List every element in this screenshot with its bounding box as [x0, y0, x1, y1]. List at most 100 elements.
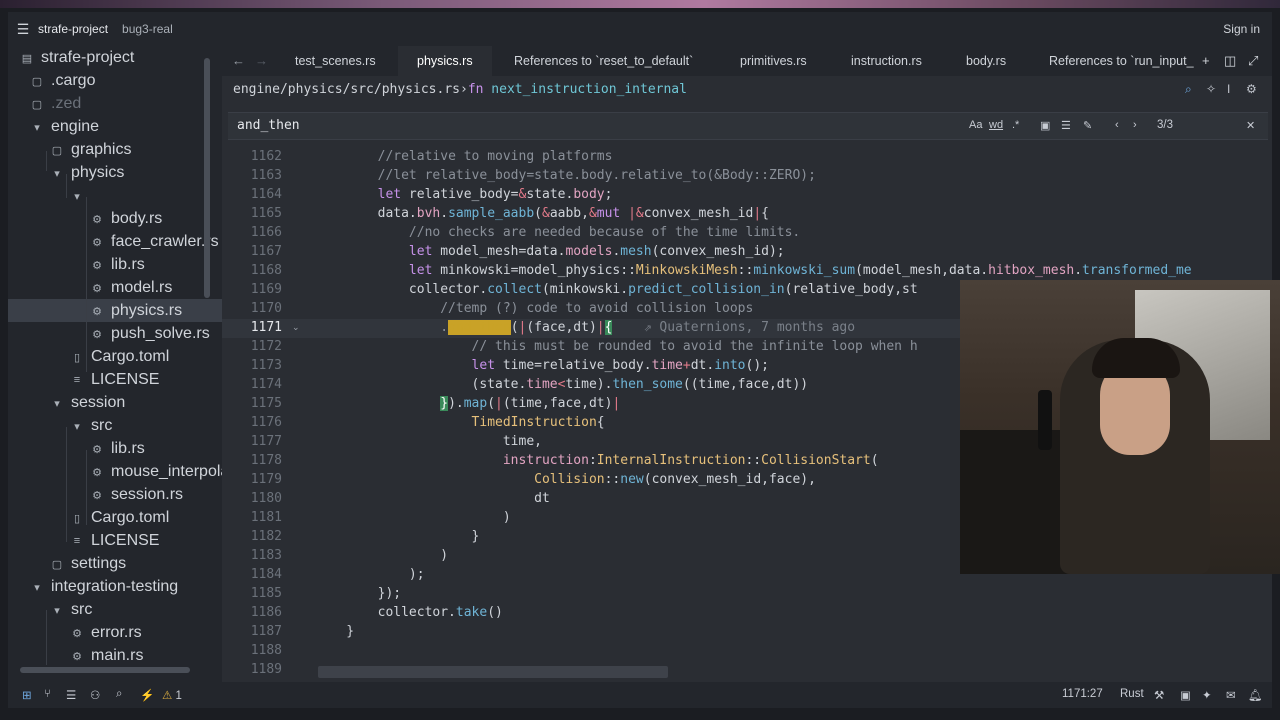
collab-icon[interactable]: ⚇ [90, 688, 100, 702]
code-line: }); [315, 586, 402, 601]
rust-file-icon: ⚙ [92, 489, 102, 502]
sidebar-scrollbar[interactable] [204, 58, 210, 298]
line-number: 1178 [250, 453, 282, 468]
search-panel-icon[interactable]: ⌕ [116, 688, 122, 701]
chat-icon[interactable]: ✉ [1226, 688, 1236, 702]
git-branch-icon[interactable]: ⑂ [44, 688, 51, 700]
title-bar: ☰ strafe-project bug3-real Sign in [8, 12, 1272, 46]
editor-settings-icon[interactable]: ⚙ [1246, 82, 1257, 96]
match-case-toggle[interactable]: Aa [969, 119, 982, 131]
maximize-icon[interactable]: ⤢ [1248, 46, 1258, 76]
cursor-position[interactable]: 1171:27 [1062, 688, 1103, 700]
debug-icon[interactable]: ⚡ [140, 688, 154, 702]
split-pane-icon[interactable]: ◫ [1224, 46, 1236, 76]
tree-item[interactable]: ▯ Cargo.toml [70, 346, 169, 368]
search-icon[interactable]: ⌕ [1185, 82, 1192, 97]
tree-item-label: lib.rs [111, 256, 145, 273]
text-cursor-icon[interactable]: I [1227, 82, 1230, 96]
tree-item[interactable]: ⚙ main.rs [70, 645, 143, 667]
forward-arrow-icon[interactable]: → [255, 46, 268, 76]
code-line: //no checks are needed because of the ti… [408, 225, 801, 240]
search-input[interactable]: and_then [237, 118, 300, 133]
assistant-icon[interactable]: ✦ [1202, 688, 1212, 702]
tree-item[interactable]: ▾ physics [50, 162, 124, 184]
tree-item[interactable]: ▢ .zed [30, 93, 81, 115]
code-line: } [315, 624, 355, 639]
tree-item[interactable]: ▤ strafe-project [20, 47, 135, 69]
project-name[interactable]: strafe-project [38, 22, 108, 36]
tree-item-label: src [91, 417, 113, 434]
code-line: ) [315, 510, 511, 525]
tree-item[interactable]: ⚙ push_solve.rs [90, 323, 210, 345]
tree-item[interactable]: ▾ integration-testing [30, 576, 178, 598]
project-panel-toggle-icon[interactable]: ⊞ [22, 688, 32, 702]
new-tab-plus-icon[interactable]: + [1202, 46, 1210, 76]
line-number: 1167 [250, 244, 282, 259]
vim-mode-icon[interactable]: ⚒ [1154, 688, 1164, 702]
tree-item[interactable]: ⚙ mouse_interpolato [90, 461, 243, 483]
tree-item[interactable]: ⚙ physics.rs [90, 300, 182, 322]
inline-blame[interactable]: ⇗ Quaternions, 7 months ago [644, 320, 855, 335]
terminal-icon[interactable]: ▣ [1180, 688, 1191, 702]
tab-primitives[interactable]: primitives.rs [740, 46, 807, 76]
tree-item[interactable]: ▯ Cargo.toml [70, 507, 169, 529]
tree-item[interactable]: ▾ src [70, 415, 112, 437]
tree-item[interactable]: ⚙ model.rs [90, 277, 172, 299]
tree-item[interactable]: ⚙ lib.rs [90, 438, 145, 460]
tab-physics[interactable]: physics.rs [398, 46, 492, 76]
tree-item[interactable]: ≡ LICENSE [70, 369, 160, 391]
webcam-microphone [1038, 390, 1052, 450]
tab-instruction[interactable]: instruction.rs [851, 46, 922, 76]
search-in-selection-icon[interactable]: ☰ [1061, 119, 1071, 132]
line-number: 1176 [250, 415, 282, 430]
diagnostics-warning[interactable]: ⚠ 1 [162, 688, 182, 702]
tree-item[interactable]: ⚙ session.rs [90, 484, 183, 506]
code-line: ) [315, 548, 449, 563]
sidebar-horizontal-scrollbar[interactable] [20, 667, 190, 673]
code-line: }).map(|(time,face,dt)| [440, 396, 621, 411]
tree-item[interactable]: ⚙ error.rs [70, 622, 142, 644]
next-match-icon[interactable]: › [1133, 119, 1137, 131]
outline-icon[interactable]: ☰ [66, 688, 76, 702]
whole-word-toggle[interactable]: wd [989, 119, 1003, 131]
hamburger-icon[interactable]: ☰ [8, 21, 38, 38]
inline-assist-icon[interactable]: ✧ [1206, 82, 1216, 96]
fold-chevron-icon[interactable]: ⌄ [292, 322, 300, 333]
tree-item[interactable]: ⚙ body.rs [90, 208, 162, 230]
tab-references-reset[interactable]: References to `reset_to_default` [514, 46, 693, 76]
regex-toggle[interactable]: .* [1012, 119, 1019, 131]
match-count: 3/3 [1157, 119, 1173, 131]
code-line: let relative_body=&state.body; [377, 187, 613, 202]
line-number: 1188 [250, 643, 282, 658]
close-search-icon[interactable]: ✕ [1246, 119, 1255, 132]
branch-name[interactable]: bug3-real [122, 22, 173, 36]
tree-item[interactable]: ⚙ face_crawler.rs [90, 231, 219, 253]
status-bar: ⊞ ⑂ ☰ ⚇ ⌕ ⚡ ⚠ 1 1171:27 Rust ⚒ ▣ ✦ ✉ 🔔︎ [8, 682, 1272, 708]
select-all-matches-icon[interactable]: ▣ [1040, 119, 1050, 132]
tree-item[interactable]: ⚙ lib.rs [90, 254, 145, 276]
tree-item[interactable]: ▾ engine [30, 116, 99, 138]
toml-file-icon: ▯ [73, 351, 81, 364]
tree-item[interactable]: ▢ settings [50, 553, 126, 575]
rust-file-icon: ⚙ [92, 466, 102, 479]
toml-file-icon: ▯ [73, 512, 81, 525]
language-selector[interactable]: Rust [1120, 688, 1144, 700]
tree-item[interactable]: ≡ LICENSE [70, 530, 160, 552]
notification-bell-icon[interactable]: 🔔︎ [1248, 688, 1263, 702]
tree-item[interactable]: ▢ .cargo [30, 70, 96, 92]
tree-item-label: physics.rs [111, 302, 183, 319]
tree-item[interactable]: ▾ [70, 185, 91, 207]
tree-item[interactable]: ▾ session [50, 392, 125, 414]
previous-match-icon[interactable]: ‹ [1115, 119, 1119, 131]
tree-item[interactable]: ▢ graphics [50, 139, 132, 161]
replace-icon[interactable]: ✎ [1083, 119, 1092, 132]
breadcrumb[interactable]: engine/physics/src/physics.rs›fn next_in… [233, 82, 687, 97]
tab-body[interactable]: body.rs [966, 46, 1006, 76]
tab-references-run-input[interactable]: References to `run_input_ [1049, 46, 1194, 76]
tree-item[interactable]: ▾ src [50, 599, 92, 621]
editor-horizontal-scrollbar[interactable] [318, 666, 668, 678]
back-arrow-icon[interactable]: ← [232, 46, 245, 76]
rust-file-icon: ⚙ [72, 650, 82, 663]
tab-test-scenes[interactable]: test_scenes.rs [282, 46, 389, 76]
sign-in-button[interactable]: Sign in [1223, 22, 1260, 36]
